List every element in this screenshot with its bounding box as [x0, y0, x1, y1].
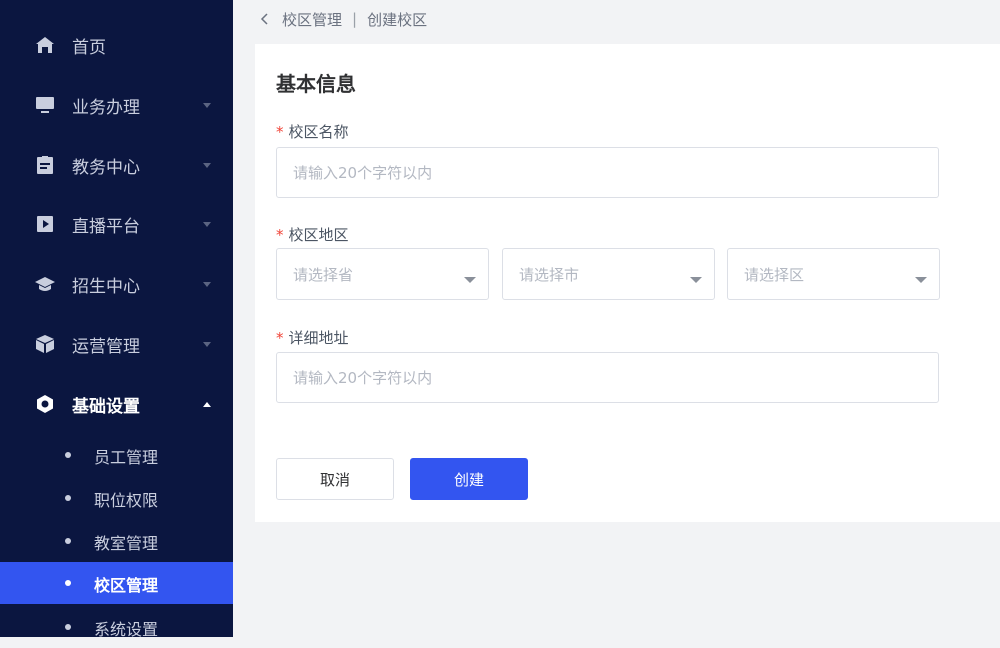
breadcrumb-separator: |	[352, 10, 358, 28]
sidebar-subitem-label: 职位权限	[94, 491, 159, 510]
sidebar-item-home[interactable]: 首页	[0, 25, 233, 65]
province-select[interactable]: 请选择省	[276, 248, 489, 300]
chevron-down-icon	[203, 101, 211, 109]
campus-region-label-text: 校区地区	[288, 226, 349, 244]
sidebar-item-label: 基础设置	[72, 396, 140, 417]
sidebar-item-live[interactable]: 直播平台	[0, 204, 233, 244]
breadcrumb-current: 创建校区	[367, 10, 428, 29]
sidebar-item-business[interactable]: 业务办理	[0, 85, 233, 125]
cancel-button[interactable]: 取消	[276, 458, 394, 500]
sidebar-item-basic-settings[interactable]: 基础设置	[0, 384, 233, 424]
box-icon	[35, 334, 55, 354]
province-select-placeholder: 请选择省	[293, 266, 354, 284]
breadcrumb-parent-link[interactable]: 校区管理	[282, 9, 342, 30]
caret-down-icon	[464, 270, 476, 283]
chevron-down-icon	[203, 161, 211, 169]
bullet-icon	[65, 538, 71, 544]
district-select-placeholder: 请选择区	[744, 266, 805, 284]
sidebar-subitem-label: 教室管理	[94, 534, 159, 553]
campus-region-label: * 校区地区	[276, 224, 349, 245]
detail-address-label-text: 详细地址	[288, 329, 349, 347]
required-mark: *	[276, 225, 284, 244]
chevron-down-icon	[203, 220, 211, 228]
form-card: 基本信息 * 校区名称 * 校区地区 请选择省 请选择市 请选择区 * 详细地址…	[255, 44, 1000, 522]
sidebar-subitem-permissions[interactable]: 职位权限	[0, 477, 233, 519]
bullet-icon	[65, 580, 71, 586]
monitor-icon	[35, 95, 55, 115]
sidebar-item-label: 首页	[72, 37, 106, 58]
city-select[interactable]: 请选择市	[502, 248, 715, 300]
chevron-left-icon[interactable]	[260, 12, 272, 26]
sidebar-subitem-system[interactable]: 系统设置	[0, 606, 233, 637]
sidebar-subitem-staff[interactable]: 员工管理	[0, 434, 233, 476]
sidebar-item-enrollment[interactable]: 招生中心	[0, 264, 233, 304]
detail-address-label: * 详细地址	[276, 327, 349, 348]
graduation-cap-icon	[35, 274, 55, 294]
sidebar-item-label: 教务中心	[72, 157, 140, 178]
sidebar-subitem-label: 校区管理	[94, 576, 159, 595]
campus-name-input[interactable]	[276, 147, 939, 198]
bullet-icon	[65, 452, 71, 458]
bullet-icon	[65, 624, 71, 630]
chevron-down-icon	[203, 340, 211, 348]
sidebar-item-operations[interactable]: 运营管理	[0, 324, 233, 364]
sidebar-item-label: 直播平台	[72, 216, 140, 237]
campus-name-label-text: 校区名称	[288, 123, 349, 141]
city-select-placeholder: 请选择市	[519, 266, 580, 284]
home-icon	[35, 35, 55, 55]
sidebar-subitem-label: 系统设置	[94, 620, 159, 637]
section-title: 基本信息	[276, 72, 356, 96]
caret-down-icon	[915, 270, 927, 283]
sidebar-item-label: 运营管理	[72, 336, 140, 357]
required-mark: *	[276, 328, 284, 347]
sidebar-item-label: 业务办理	[72, 97, 140, 118]
sidebar-subitem-label: 员工管理	[94, 448, 159, 467]
bullet-icon	[65, 495, 71, 501]
clipboard-icon	[35, 155, 55, 175]
sidebar: 首页 业务办理 教务中心 直播平台 招生中心 运营管理 基础设置 员工管理 职位…	[0, 0, 233, 637]
caret-down-icon	[690, 270, 702, 283]
sidebar-subitem-classrooms[interactable]: 教室管理	[0, 520, 233, 562]
play-icon	[35, 214, 55, 234]
chevron-up-icon	[203, 400, 211, 408]
settings-hexagon-icon	[35, 394, 55, 414]
required-mark: *	[276, 122, 284, 141]
sidebar-item-academic[interactable]: 教务中心	[0, 145, 233, 185]
create-button[interactable]: 创建	[410, 458, 528, 500]
detail-address-input[interactable]	[276, 352, 939, 403]
district-select[interactable]: 请选择区	[727, 248, 940, 300]
chevron-down-icon	[203, 280, 211, 288]
sidebar-subitem-campus[interactable]: 校区管理	[0, 562, 233, 604]
sidebar-item-label: 招生中心	[72, 276, 140, 297]
campus-name-label: * 校区名称	[276, 121, 349, 142]
breadcrumb: 校区管理 | 创建校区	[260, 8, 427, 30]
